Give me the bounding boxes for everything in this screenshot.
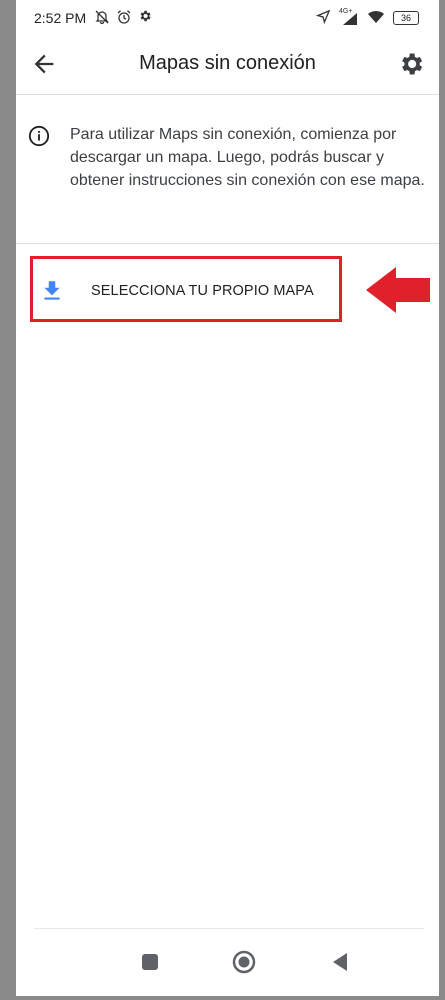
system-back-button[interactable] [327, 949, 353, 975]
select-own-map-label: SELECCIONA TU PROPIO MAPA [91, 283, 314, 299]
page-title: Mapas sin conexión [139, 52, 316, 74]
status-bar: 2:52 PM 4G+ 36 [16, 0, 439, 36]
phone-screen: 2:52 PM 4G+ 36 Mapas sin conexión Para u… [16, 0, 439, 996]
status-right-icons: 4G+ 36 [315, 8, 419, 27]
recents-square-icon [142, 954, 158, 970]
wifi-icon [367, 10, 385, 27]
signal-icon: 4G+ [339, 8, 359, 26]
gear-icon [138, 9, 152, 28]
settings-button[interactable] [397, 50, 425, 78]
red-arrow-annotation [364, 264, 432, 316]
gear-icon [402, 53, 423, 75]
back-triangle-icon [333, 953, 347, 971]
info-icon [28, 125, 50, 147]
alarm-icon [116, 9, 132, 28]
status-time: 2:52 PM [34, 10, 87, 26]
recents-button[interactable] [137, 949, 163, 975]
system-nav-bar [34, 928, 424, 997]
location-arrow-icon [315, 9, 331, 27]
info-text: Para utilizar Maps sin conexión, comienz… [70, 126, 425, 189]
select-own-map-button[interactable]: SELECCIONA TU PROPIO MAPA [30, 256, 342, 322]
status-left-icons [94, 9, 152, 28]
app-bar: Mapas sin conexión [16, 36, 439, 95]
bell-off-icon [94, 9, 110, 28]
home-circle-icon [232, 950, 256, 974]
download-icon [39, 278, 65, 304]
battery-icon: 36 [393, 11, 419, 25]
home-button[interactable] [231, 949, 257, 975]
info-section: Para utilizar Maps sin conexión, comienz… [16, 95, 439, 244]
